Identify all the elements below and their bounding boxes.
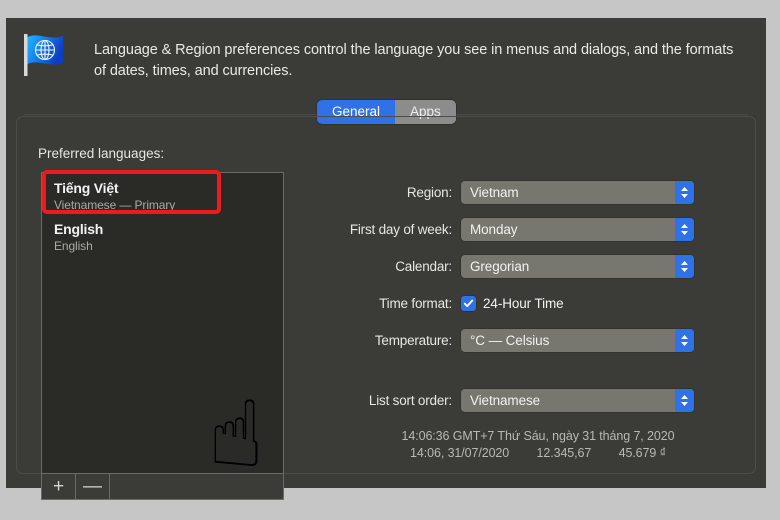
first-day-of-week-label: First day of week: (349, 221, 452, 237)
region-value: Vietnam (470, 184, 519, 200)
form-row-time-format: Time format: 24-Hour Time (316, 291, 564, 315)
calendar-label: Calendar: (395, 258, 452, 274)
list-sort-order-select[interactable]: Vietnamese (461, 388, 694, 412)
chevron-updown-icon[interactable] (675, 328, 694, 352)
list-sort-order-value: Vietnamese (470, 392, 541, 408)
preview-number: 12.345,67 (536, 446, 592, 460)
chevron-updown-icon[interactable] (675, 254, 694, 278)
calendar-select[interactable]: Gregorian (461, 254, 694, 278)
settings-form: Region: Vietnam First day of week: Monda… (6, 18, 766, 488)
preview-line-formats: 14:06, 31/07/2020 12.345,67 45.679 ₫ (338, 445, 738, 462)
form-row-list-sort-order: List sort order: Vietnamese (316, 388, 694, 412)
preview-time: 14:06, 31/07/2020 (410, 446, 510, 460)
checkmark-icon[interactable] (461, 295, 476, 311)
chevron-updown-icon[interactable] (675, 388, 694, 412)
screen: Language & Region preferences control th… (0, 0, 780, 520)
list-sort-order-label: List sort order: (368, 392, 452, 408)
region-select[interactable]: Vietnam (461, 180, 694, 204)
form-row-first-day-of-week: First day of week: Monday (316, 217, 694, 241)
format-preview: 14:06:36 GMT+7 Thứ Sáu, ngày 31 tháng 7,… (338, 428, 738, 462)
region-label: Region: (406, 184, 452, 200)
time-format-checkbox-row[interactable]: 24-Hour Time (461, 295, 564, 311)
form-row-region: Region: Vietnam (316, 180, 694, 204)
chevron-updown-icon[interactable] (675, 180, 694, 204)
chevron-updown-icon[interactable] (675, 217, 694, 241)
temperature-value: °C — Celsius (470, 332, 550, 348)
first-day-of-week-select[interactable]: Monday (461, 217, 694, 241)
time-format-value: 24-Hour Time (483, 295, 564, 311)
form-row-temperature: Temperature: °C — Celsius (316, 328, 694, 352)
temperature-select[interactable]: °C — Celsius (461, 328, 694, 352)
frame-right-edge (766, 18, 780, 488)
preview-line-datetime: 14:06:36 GMT+7 Thứ Sáu, ngày 31 tháng 7,… (401, 429, 675, 443)
first-day-of-week-value: Monday (470, 221, 518, 237)
preferences-window: Language & Region preferences control th… (6, 18, 766, 500)
form-row-calendar: Calendar: Gregorian (316, 254, 694, 278)
time-format-label: Time format: (379, 295, 452, 311)
calendar-value: Gregorian (470, 258, 530, 274)
preview-currency: 45.679 ₫ (618, 446, 666, 460)
frame-top-edge (0, 0, 780, 18)
temperature-label: Temperature: (374, 332, 452, 348)
